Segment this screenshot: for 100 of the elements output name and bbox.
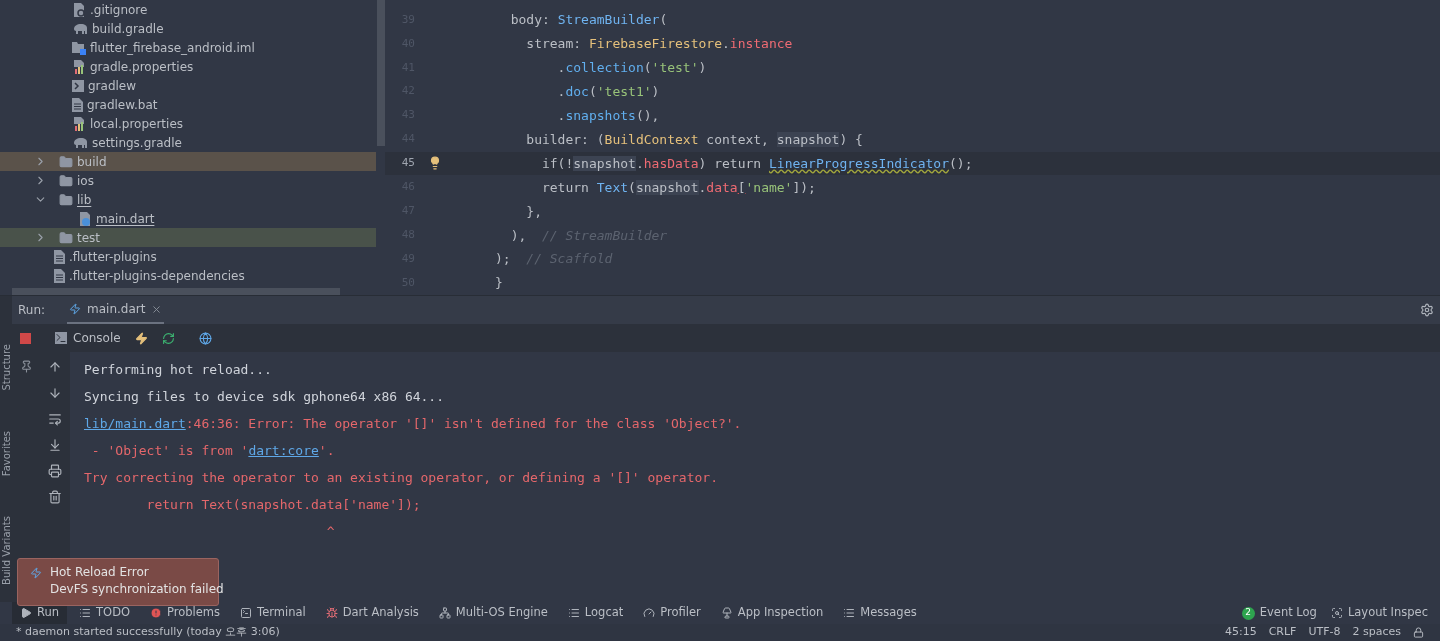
tool-tab[interactable]: Logcat: [559, 602, 632, 624]
file-name: local.properties: [90, 115, 183, 132]
tree-row[interactable]: .flutter-plugins: [0, 247, 376, 266]
scrollbar[interactable]: [12, 288, 340, 295]
wrap-text-icon[interactable]: [48, 412, 62, 426]
code-text: body: StreamBuilder(: [509, 11, 668, 30]
tree-row[interactable]: .gitignore: [0, 0, 376, 19]
tree-row[interactable]: local.properties: [0, 114, 376, 133]
terminal-icon: [240, 607, 253, 619]
console-text: - 'Object' is from ': [90, 441, 249, 460]
lightning-icon[interactable]: [134, 331, 148, 345]
dart-file-icon: [78, 211, 92, 226]
tree-row[interactable]: build.gradle: [0, 19, 376, 38]
run-label: Run:: [18, 302, 46, 319]
settings-icon[interactable]: [1420, 303, 1434, 317]
file-name: .gitignore: [90, 1, 148, 18]
tree-row[interactable]: test: [0, 228, 376, 247]
side-tab[interactable]: Structure: [0, 344, 14, 391]
file-name: build: [77, 153, 107, 170]
list-icon: [843, 607, 856, 619]
close-icon[interactable]: [151, 303, 163, 315]
script-icon: [72, 79, 84, 92]
alert-icon: [150, 607, 163, 619]
tool-tab[interactable]: Problems: [142, 602, 229, 624]
bug-icon: [325, 607, 338, 619]
code-text: }: [494, 274, 503, 293]
console-tab[interactable]: Console: [55, 329, 121, 347]
code-text: builder: (BuildContext context, snapshot) {: [525, 130, 863, 149]
globe-icon[interactable]: [198, 331, 212, 345]
count-badge: 2: [1241, 606, 1255, 620]
tree-row[interactable]: ios: [0, 171, 376, 190]
line-number: 45: [400, 155, 415, 172]
folder-icon: [59, 230, 73, 245]
print-icon[interactable]: [48, 464, 62, 478]
code-text: .collection('test'): [556, 59, 707, 78]
list-icon: [79, 607, 92, 619]
file-name: test: [77, 229, 101, 246]
file-name: .flutter-plugins-dependencies: [69, 267, 245, 284]
trash-icon[interactable]: [48, 490, 62, 504]
pin-icon[interactable]: [19, 360, 33, 373]
file-name: settings.gradle: [92, 134, 182, 151]
tree-row[interactable]: build: [0, 152, 376, 171]
file-name: lib: [77, 191, 92, 208]
tool-tab[interactable]: Terminal: [232, 602, 314, 624]
list-icon: [567, 607, 580, 619]
gauge-icon: [643, 607, 656, 619]
file-name: main.dart: [96, 210, 155, 227]
text-file-icon: [72, 97, 83, 112]
file-name: .flutter-plugins: [69, 248, 157, 265]
tool-tab[interactable]: Dart Analysis: [317, 602, 427, 624]
text-file-icon: [54, 249, 65, 264]
tree-row[interactable]: gradlew: [0, 76, 376, 95]
notification-title: Hot Reload Error: [50, 564, 150, 581]
code-text: return Text(snapshot.data['name']);: [540, 178, 816, 197]
file-name: gradlew: [88, 77, 137, 94]
tool-tab[interactable]: Multi-OS Engine: [430, 602, 556, 624]
tree-row[interactable]: settings.gradle: [0, 133, 376, 152]
side-tab[interactable]: Build Variants: [0, 515, 14, 585]
file-name: gradlew.bat: [87, 96, 158, 113]
tool-tab[interactable]: Profiler: [635, 602, 709, 624]
scrollbar[interactable]: [377, 0, 385, 146]
tree-row[interactable]: lib: [0, 190, 376, 209]
lightbulb-icon[interactable]: [428, 156, 442, 171]
tree-row[interactable]: gradle.properties: [0, 57, 376, 76]
side-tab[interactable]: Favorites: [0, 430, 14, 476]
file-name: gradle.properties: [90, 58, 194, 75]
tool-tab[interactable]: Layout Inspec: [1330, 602, 1428, 624]
console-text: Syncing files to device sdk gphone64 x86 64...: [84, 387, 445, 406]
chart-file-icon: [72, 116, 86, 131]
file-link[interactable]: dart:core: [248, 440, 319, 461]
tool-tab[interactable]: 2 Event Log: [1241, 602, 1317, 624]
tree-row[interactable]: main.dart: [0, 209, 376, 228]
console-icon: [55, 332, 67, 344]
console-text: ^: [325, 522, 335, 541]
code-text: if(!snapshot.hasData) return LinearProgressIndicator();: [540, 154, 973, 173]
tree-row[interactable]: flutter_firebase_android.iml: [0, 38, 376, 57]
file-link[interactable]: lib/main.dart: [84, 413, 186, 434]
lock-icon[interactable]: [1413, 627, 1424, 638]
stop-icon[interactable]: [20, 332, 31, 344]
notification-message: DevFS synchronization failed: [50, 581, 224, 598]
console-text: '.: [318, 441, 335, 460]
tool-tab[interactable]: TODO: [71, 602, 139, 624]
console-text: :46:36: Error: The operator '[]' isn't defined for the class 'Object?'.: [185, 414, 742, 433]
tool-tab[interactable]: Messages: [835, 602, 925, 624]
status-item[interactable]: 2 spaces: [1352, 624, 1401, 641]
status-item[interactable]: UTF-8: [1308, 624, 1341, 641]
elephant-icon: [72, 136, 88, 149]
tool-tab[interactable]: App Inspection: [712, 602, 832, 624]
console-text: Try correcting the operator to an existing operator, or defining a '[]' operator.: [84, 468, 718, 487]
file-name: flutter_firebase_android.iml: [90, 39, 255, 56]
status-item[interactable]: CRLF: [1268, 624, 1297, 641]
status-item[interactable]: 45:15: [1224, 624, 1257, 641]
code-text: .doc('test1'): [556, 82, 660, 101]
module-icon: [72, 40, 86, 55]
tree-row[interactable]: .flutter-plugins-dependencies: [0, 266, 376, 285]
refresh-icon[interactable]: [161, 331, 175, 345]
scroll-to-end-icon[interactable]: [48, 438, 62, 452]
network-icon: [438, 607, 451, 619]
code-text: .snapshots(),: [556, 106, 660, 125]
tree-row[interactable]: gradlew.bat: [0, 95, 376, 114]
